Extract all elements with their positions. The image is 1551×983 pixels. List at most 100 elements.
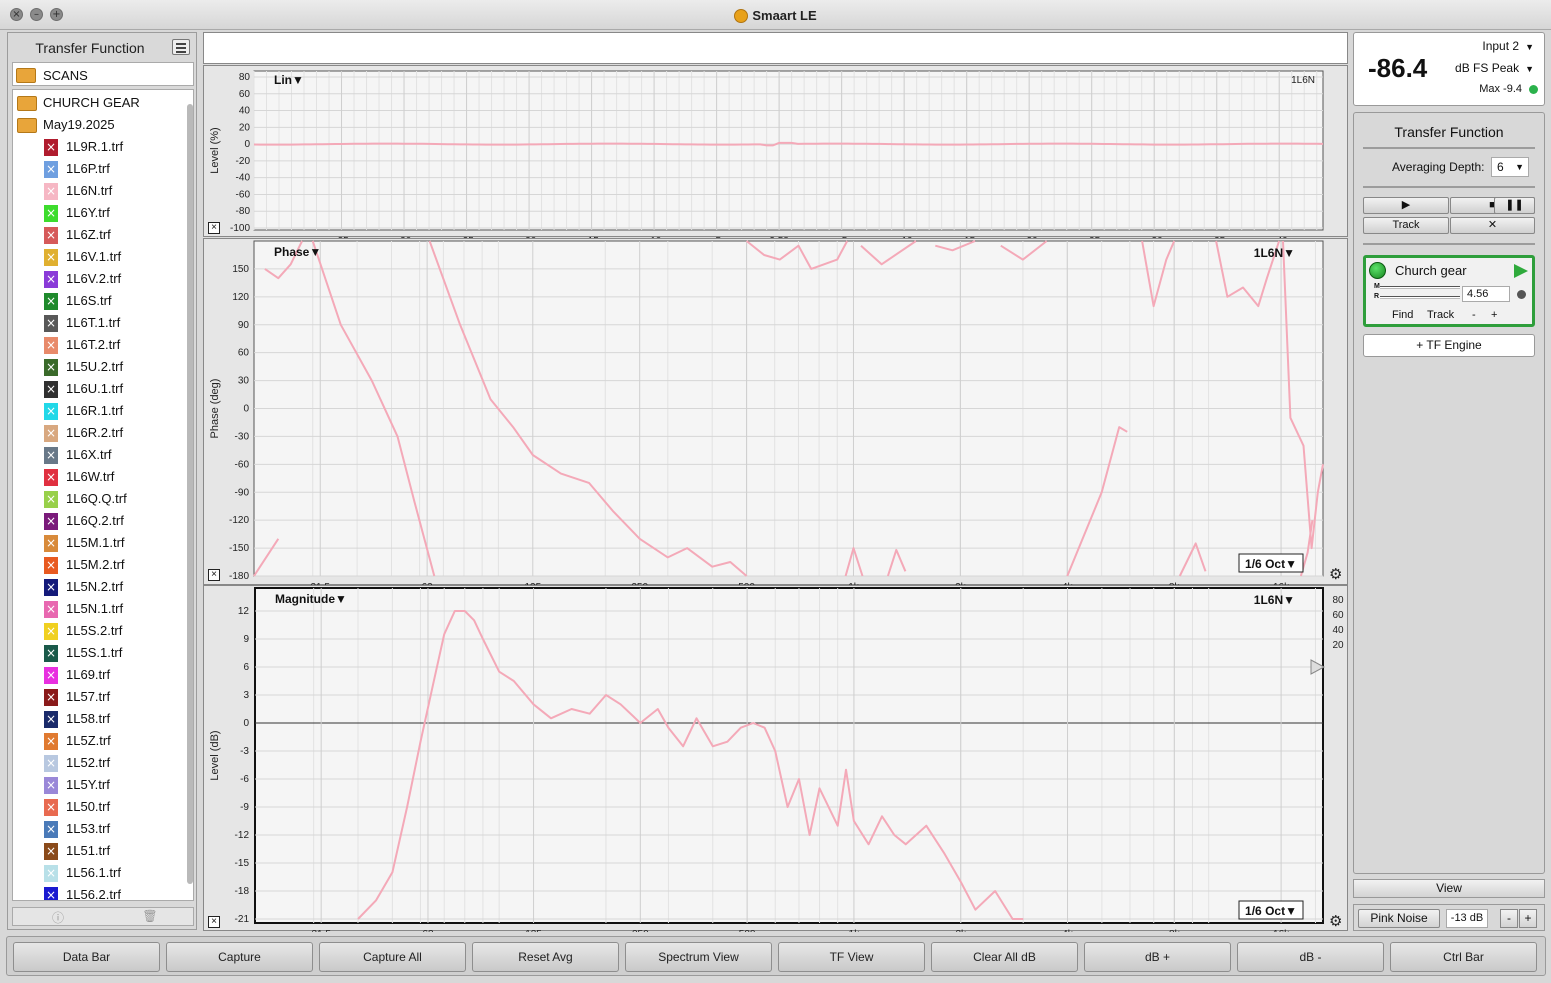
file-label: 1L5U.2.trf [66,359,124,374]
trace-file-icon[interactable]: × [44,623,58,640]
reset-avg-button[interactable]: Reset Avg [472,942,619,972]
tf-view-button[interactable]: TF View [778,942,925,972]
y-tick-label: 30 [238,376,250,387]
capture-button[interactable]: Capture [166,942,313,972]
file-tree[interactable]: CHURCH GEAR May19.2025 × 1L9R.1.trf × 1L6P.… [12,89,194,901]
phase-plot[interactable]: 1501209060300-30-60-90-120-150-18031.563… [203,238,1349,586]
y-tick-label: -60 [235,459,250,470]
spectrum-view-button[interactable]: Spectrum View [625,942,772,972]
generator-minus-button[interactable]: - [1500,909,1518,928]
impulse-plot[interactable]: 806040200-20-40-60-80-100-35-30-25-20-15… [203,65,1349,238]
trace-file-icon[interactable]: × [44,711,58,728]
tf-engine-card[interactable]: Church gear M R 4.56 Find Track - + [1363,255,1535,327]
ctrl-bar-button[interactable]: Ctrl Bar [1390,942,1537,972]
close-plot-icon[interactable]: × [208,569,220,581]
data-bar-button[interactable]: Data Bar [13,942,160,972]
trace-file-icon[interactable]: × [44,579,58,596]
trace-file-icon[interactable]: × [44,447,58,464]
trace-file-icon[interactable]: × [44,381,58,398]
folder-icon [16,68,36,83]
clear-all-db-button[interactable]: Clear All dB [931,942,1078,972]
meter-input-select[interactable]: Input 2 ▼ [1482,39,1534,53]
trace-file-icon[interactable]: × [44,865,58,882]
phase-plot-svg[interactable]: 1501209060300-30-60-90-120-150-18031.563… [204,239,1349,586]
trace-file-icon[interactable]: × [44,337,58,354]
pause-button[interactable]: ❚❚ [1494,197,1535,214]
delay-input[interactable]: 4.56 [1462,286,1510,302]
gear-icon[interactable]: ⚙ [1329,914,1342,929]
gear-icon[interactable]: ⚙ [1329,567,1342,582]
file-label: 1L6R.2.trf [66,425,124,440]
divider [1363,186,1535,188]
input-meter[interactable]: -86.4 Input 2 ▼ dB FS Peak ▼ Max -9.4 [1353,32,1545,106]
trace-file-icon[interactable]: × [44,271,58,288]
trace-file-icon[interactable]: × [44,689,58,706]
db-minus-button[interactable]: dB - [1237,942,1384,972]
trace-file-icon[interactable]: × [44,359,58,376]
info-icon[interactable]: ⓘ [13,909,103,926]
trace-file-icon[interactable]: × [44,139,58,156]
scans-folder[interactable]: SCANS [12,62,194,86]
track-button[interactable]: Track [1363,217,1449,234]
trace-file-icon[interactable]: × [44,425,58,442]
capture-all-button[interactable]: Capture All [319,942,466,972]
run-button[interactable]: ▶ [1363,197,1449,214]
file-browser-header: Transfer Function [8,33,196,61]
pink-noise-button[interactable]: Pink Noise [1358,909,1440,928]
delay-minus-button[interactable]: - [1472,309,1476,321]
trash-icon[interactable]: 🗑 [105,909,195,923]
generator-plus-button[interactable]: + [1519,909,1537,928]
coherence-tick-label: 80 [1332,595,1344,606]
trace-file-icon[interactable]: × [44,645,58,662]
trace-file-icon[interactable]: × [44,205,58,222]
trace-file-icon[interactable]: × [44,183,58,200]
trace-file-icon[interactable]: × [44,403,58,420]
y-tick-label: -20 [236,156,251,167]
y-tick-label: -90 [235,487,250,498]
close-plot-icon[interactable]: × [208,222,220,234]
file-label: 1L9R.1.trf [66,139,124,154]
magnitude-plot[interactable]: 129630-3-6-9-12-15-18-2131.5631252505001… [203,585,1349,932]
trace-file-icon[interactable]: × [44,227,58,244]
trace-file-icon[interactable]: × [44,535,58,552]
meter-unit-select[interactable]: dB FS Peak ▼ [1455,61,1534,75]
trace-file-icon[interactable]: × [44,799,58,816]
engine-play-icon[interactable] [1514,264,1528,278]
trace-file-icon[interactable]: × [44,469,58,486]
x-tick-label: 125 [525,929,542,932]
trace-file-icon[interactable]: × [44,293,58,310]
impulse-plot-svg[interactable]: 806040200-20-40-60-80-100-35-30-25-20-15… [204,66,1349,238]
find-button[interactable]: Find [1392,309,1413,321]
track-delay-button[interactable]: Track [1427,309,1454,321]
delay-plus-button[interactable]: + [1491,309,1497,321]
engine-power-icon[interactable] [1369,262,1386,279]
tools-button[interactable]: ✕ [1450,217,1535,234]
trace-file-icon[interactable]: × [44,557,58,574]
trace-file-icon[interactable]: × [44,513,58,530]
y-tick-label: -120 [229,515,249,526]
magnitude-plot-svg[interactable]: 129630-3-6-9-12-15-18-2131.5631252505001… [204,586,1349,932]
close-plot-icon[interactable]: × [208,916,220,928]
trace-file-icon[interactable]: × [44,887,58,900]
trace-file-icon[interactable]: × [44,315,58,332]
trace-file-icon[interactable]: × [44,843,58,860]
menu-icon[interactable] [172,39,190,55]
meter-unit-label: dB FS Peak [1455,61,1520,75]
view-button[interactable]: View [1353,879,1545,898]
trace-file-icon[interactable]: × [44,733,58,750]
y-axis-title: Level (dB) [209,730,221,780]
trace-file-icon[interactable]: × [44,249,58,266]
averaging-select[interactable]: 6 ▼ [1491,157,1529,177]
trace-file-icon[interactable]: × [44,777,58,794]
add-tf-engine-button[interactable]: + TF Engine [1363,334,1535,357]
scrollbar-thumb[interactable] [187,104,193,884]
trace-file-icon[interactable]: × [44,755,58,772]
generator-level[interactable]: -13 dB [1446,909,1488,928]
trace-file-icon[interactable]: × [44,601,58,618]
tree-scrollbar[interactable] [185,90,193,900]
trace-file-icon[interactable]: × [44,667,58,684]
trace-file-icon[interactable]: × [44,491,58,508]
trace-file-icon[interactable]: × [44,161,58,178]
db-plus-button[interactable]: dB + [1084,942,1231,972]
trace-file-icon[interactable]: × [44,821,58,838]
